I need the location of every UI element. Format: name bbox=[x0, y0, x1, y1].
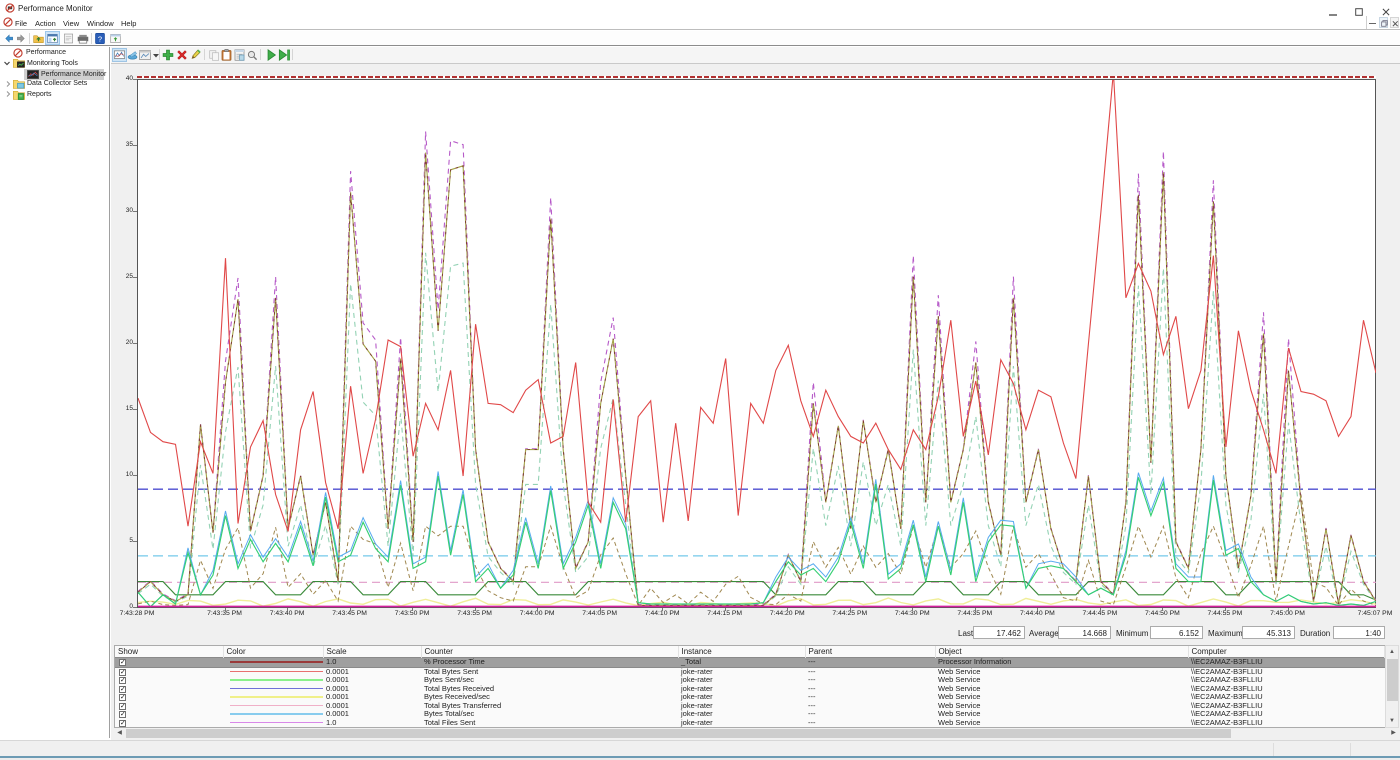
svg-text:?: ? bbox=[98, 34, 102, 43]
